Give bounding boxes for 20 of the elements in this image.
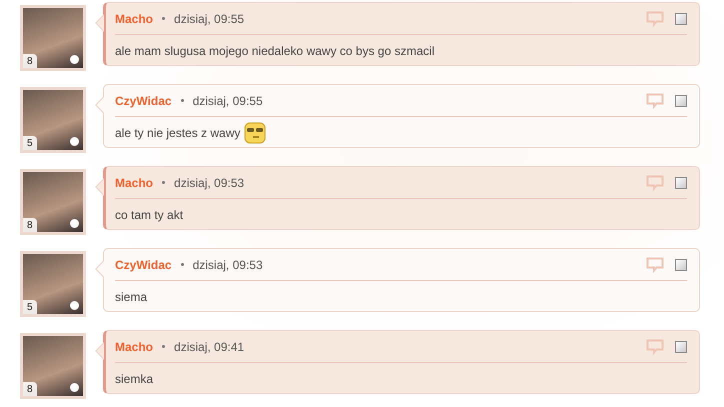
message-time: dzisiaj, 09:41 [174,340,244,354]
message-time: dzisiaj, 09:55 [174,12,244,26]
avatar-photo[interactable]: 8 [20,5,86,71]
avatar-photo[interactable]: 8 [20,333,86,399]
message-text: siemka [115,372,154,386]
rank-number: 5 [23,136,37,150]
rank-number: 8 [23,218,37,232]
message-text: siema [115,290,148,304]
message-text: ale ty nie jestes z wawy [115,126,240,140]
message-time: dzisiaj, 09:55 [192,94,263,108]
avatar-photo[interactable]: 8 [20,169,86,235]
rank-number: 5 [23,300,37,314]
rank-number: 8 [23,54,37,68]
message-text: co tam ty akt [115,208,184,222]
message-text: ale mam slugusa mojego niedaleko wawy co bys go szmacil [115,44,434,58]
avatar-photo[interactable]: 5 [20,251,86,317]
avatar-photo[interactable]: 5 [20,87,86,153]
message-time: dzisiaj, 09:53 [174,176,244,190]
message-time: dzisiaj, 09:53 [192,258,263,272]
rank-number: 8 [23,382,37,396]
